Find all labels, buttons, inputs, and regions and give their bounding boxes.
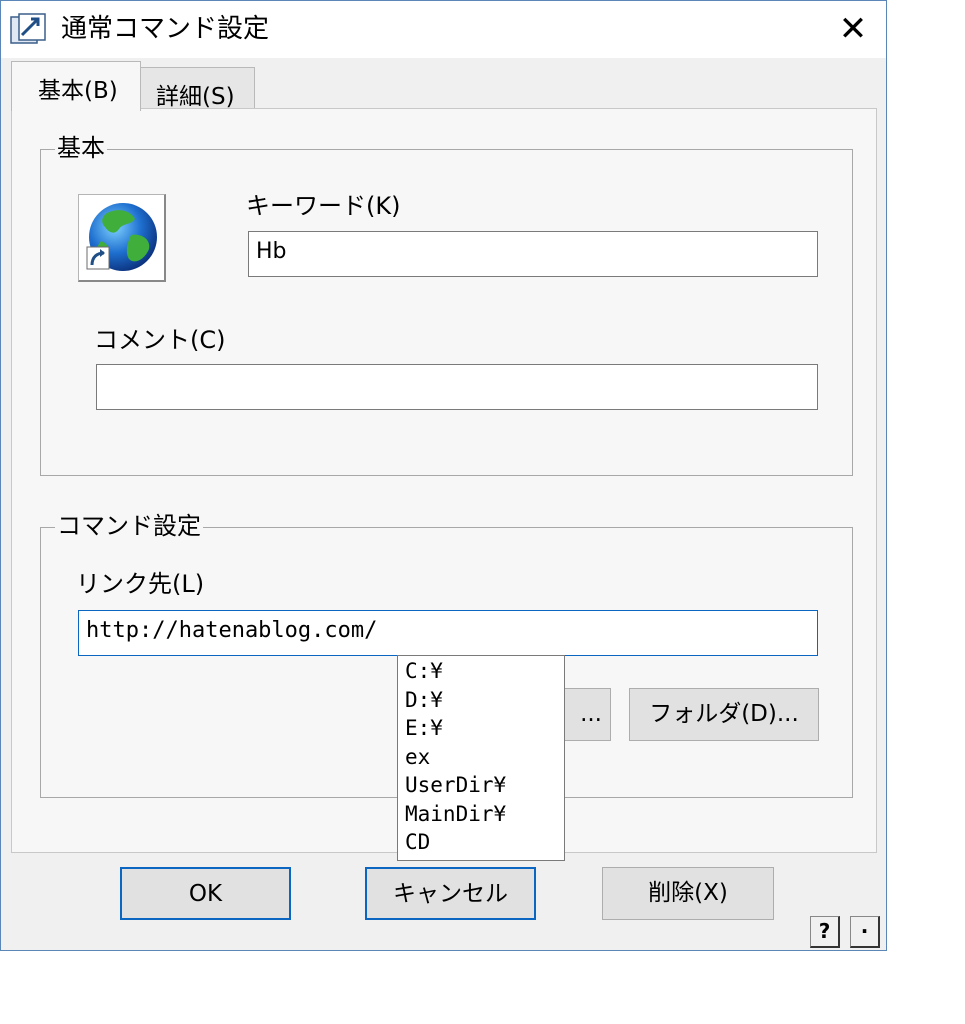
dropdown-item-cd[interactable]: CD bbox=[398, 828, 564, 857]
dialog-window: 通常コマンド設定 ✕ 詳細(S) 基本(B) 基本 キーワード(K) Hb コメ… bbox=[0, 0, 887, 951]
file-button-label: ... bbox=[580, 701, 602, 727]
help-button[interactable]: ? bbox=[810, 916, 840, 948]
dropdown-item-d[interactable]: D:¥ bbox=[398, 686, 564, 715]
globe-shortcut-icon bbox=[86, 203, 157, 271]
window-title: 通常コマンド設定 bbox=[61, 14, 270, 44]
dropdown-item-c[interactable]: C:¥ bbox=[398, 657, 564, 686]
dropdown-item-userdir[interactable]: UserDir¥ bbox=[398, 771, 564, 800]
command-group-legend: コマンド設定 bbox=[55, 509, 203, 543]
icon-button[interactable] bbox=[78, 194, 166, 282]
dropdown-item-maindir[interactable]: MainDir¥ bbox=[398, 800, 564, 829]
help-icon: ? bbox=[818, 919, 831, 943]
keyword-input[interactable]: Hb bbox=[248, 231, 818, 277]
ok-button[interactable]: OK bbox=[120, 867, 291, 920]
comment-label: コメント(C) bbox=[94, 326, 226, 354]
keyword-label: キーワード(K) bbox=[246, 192, 401, 220]
app-icon bbox=[10, 13, 46, 47]
close-icon: ✕ bbox=[838, 9, 868, 49]
link-label: リンク先(L) bbox=[76, 570, 205, 598]
title-bar[interactable]: 通常コマンド設定 ✕ bbox=[1, 1, 886, 58]
delete-button[interactable]: 削除(X) bbox=[602, 867, 774, 920]
basic-group-legend: 基本 bbox=[55, 131, 107, 165]
comment-input[interactable] bbox=[96, 364, 818, 410]
tab-basic[interactable]: 基本(B) bbox=[11, 61, 141, 111]
close-button[interactable]: ✕ bbox=[823, 1, 883, 58]
folder-button[interactable]: フォルダ(D)... bbox=[629, 688, 819, 741]
autocomplete-dropdown: C:¥ D:¥ E:¥ ex UserDir¥ MainDir¥ CD bbox=[397, 655, 565, 861]
link-input[interactable]: http://hatenablog.com/ bbox=[78, 610, 818, 656]
dot-button[interactable]: · bbox=[850, 916, 880, 948]
dot-icon: · bbox=[860, 919, 869, 943]
dropdown-item-e[interactable]: E:¥ bbox=[398, 714, 564, 743]
cancel-button[interactable]: キャンセル bbox=[365, 867, 536, 920]
dropdown-item-ex[interactable]: ex bbox=[398, 743, 564, 772]
tab-detail[interactable]: 詳細(S) bbox=[141, 67, 255, 110]
